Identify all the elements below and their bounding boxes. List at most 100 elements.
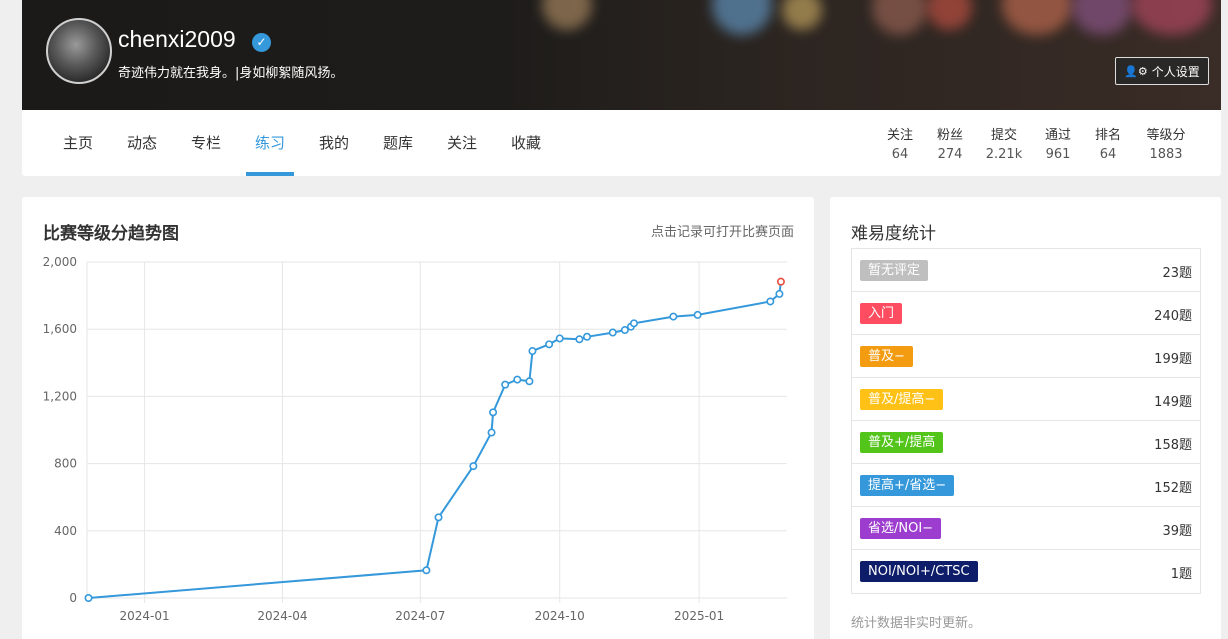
tab-problemset[interactable]: 题库 [372,110,424,176]
tab-activity[interactable]: 动态 [116,110,168,176]
stat-label: 关注 [886,128,913,143]
difficulty-count: 152题 [1154,481,1192,496]
tab-favorites[interactable]: 收藏 [500,110,552,176]
stat-value: 1883 [1149,147,1183,162]
banner-bokeh [1072,0,1132,35]
settings-button[interactable]: 👤⚙ 个人设置 [1115,57,1209,85]
y-tick-label: 0 [69,591,77,605]
user-motto: 奇迹伟力就在我身。|身如柳絮随风扬。 [118,66,344,81]
stat-followers[interactable]: 粉丝 274 [925,124,975,162]
difficulty-count: 199题 [1154,352,1192,367]
rating-point[interactable] [555,334,564,343]
banner-bokeh [712,0,772,35]
banner-bokeh [927,0,972,30]
difficulty-tag[interactable]: 普及+/提高 [860,432,944,453]
rating-point[interactable] [545,340,554,349]
rating-point[interactable] [582,332,591,341]
y-tick-label: 2,000 [43,255,77,269]
rating-point[interactable] [608,328,617,337]
x-tick-label: 2024-07 [395,609,445,623]
profile-nav: 主页 动态 专栏 练习 我的 题库 关注 收藏 关注 64 粉丝 274 提交 … [22,110,1221,176]
difficulty-tag[interactable]: 省选/NOI− [860,518,942,539]
rating-point[interactable] [776,277,785,286]
difficulty-count: 1题 [1170,567,1192,582]
rating-point[interactable] [513,375,522,384]
rating-point[interactable] [84,593,93,602]
x-tick-label: 2025-01 [674,609,724,623]
rating-point[interactable] [434,513,443,522]
rating-point[interactable] [422,566,431,575]
stat-following[interactable]: 关注 64 [875,124,925,162]
stat-label: 提交 [990,128,1017,143]
x-tick-label: 2024-10 [535,609,585,623]
stat-value: 274 [937,147,963,162]
difficulty-title: 难易度统计 [851,224,936,244]
difficulty-row: 入门 240题 [852,292,1200,335]
stat-label: 粉丝 [936,128,963,143]
difficulty-card: 难易度统计 暂无评定 23题 入门 240题 普及− 199题 普及/提高− 1… [830,197,1221,639]
tab-practice[interactable]: 练习 [246,110,294,176]
x-tick-label: 2024-04 [257,609,307,623]
difficulty-count: 158题 [1154,438,1192,453]
stat-label: 通过 [1044,128,1071,143]
difficulty-tag[interactable]: NOI/NOI+/CTSC [860,561,978,582]
avatar[interactable] [46,18,112,84]
rating-point[interactable] [669,312,678,321]
difficulty-tag[interactable]: 普及/提高− [860,389,944,410]
stat-value: 961 [1045,147,1071,162]
stat-submissions[interactable]: 提交 2.21k [979,124,1029,162]
difficulty-row: 提高+/省选− 152题 [852,464,1200,507]
stat-accepted[interactable]: 通过 961 [1033,124,1083,162]
difficulty-row: 省选/NOI− 39题 [852,507,1200,550]
rating-chart-card: 比赛等级分趋势图 点击记录可打开比赛页面 0 400 800 1,200 1,600 2,… [22,197,814,639]
difficulty-tag[interactable]: 提高+/省选− [860,475,955,496]
rating-point[interactable] [575,335,584,344]
user-gear-icon: 👤⚙ [1124,64,1148,78]
username: chenxi2009 [118,26,236,52]
profile-banner: chenxi2009 ✓ 奇迹伟力就在我身。|身如柳絮随风扬。 👤⚙ 个人设置 [22,0,1221,110]
stat-rating[interactable]: 等级分 1883 [1138,124,1194,162]
rating-point[interactable] [629,319,638,328]
rating-point[interactable] [693,310,702,319]
rating-point[interactable] [469,462,478,471]
stat-ranking[interactable]: 排名 64 [1083,124,1133,162]
stat-value: 64 [891,147,909,162]
banner-bokeh [1132,0,1212,35]
banner-bokeh [1002,0,1072,35]
difficulty-row: 普及− 199题 [852,335,1200,378]
rating-point[interactable] [489,408,498,417]
stat-value: 64 [1099,147,1117,162]
rating-point[interactable] [766,297,775,306]
banner-bokeh [782,0,822,30]
difficulty-tag[interactable]: 入门 [860,303,903,324]
stat-label: 排名 [1094,128,1121,143]
stat-label: 等级分 [1146,128,1186,143]
difficulty-tag[interactable]: 普及− [860,346,913,367]
banner-bokeh [872,0,927,35]
rating-point[interactable] [487,428,496,437]
x-tick-label: 2024-01 [120,609,170,623]
difficulty-tag[interactable]: 暂无评定 [860,260,929,281]
tab-home[interactable]: 主页 [52,110,104,176]
difficulty-row: 普及/提高− 149题 [852,378,1200,421]
y-tick-label: 1,200 [43,389,77,403]
rating-point[interactable] [775,289,784,298]
settings-button-label: 个人设置 [1151,64,1200,79]
y-tick-label: 400 [54,524,77,538]
difficulty-count: 240题 [1154,309,1192,324]
tab-following[interactable]: 关注 [436,110,488,176]
rating-point[interactable] [501,380,510,389]
y-tick-label: 800 [54,457,77,471]
difficulty-count: 39题 [1162,524,1192,539]
tab-mine[interactable]: 我的 [308,110,360,176]
rating-point[interactable] [525,377,534,386]
rating-point[interactable] [528,347,537,356]
difficulty-count: 23题 [1162,266,1192,281]
stat-value: 2.21k [985,147,1023,162]
rating-chart: 0 400 800 1,200 1,600 2,000 2024-01 2024-04 2024… [43,255,787,623]
difficulty-row: NOI/NOI+/CTSC 1题 [852,550,1200,593]
check-badge-icon: ✓ [252,33,271,52]
difficulty-row: 普及+/提高 158题 [852,421,1200,464]
difficulty-note: 统计数据非实时更新。 [851,616,982,631]
tab-column[interactable]: 专栏 [180,110,232,176]
